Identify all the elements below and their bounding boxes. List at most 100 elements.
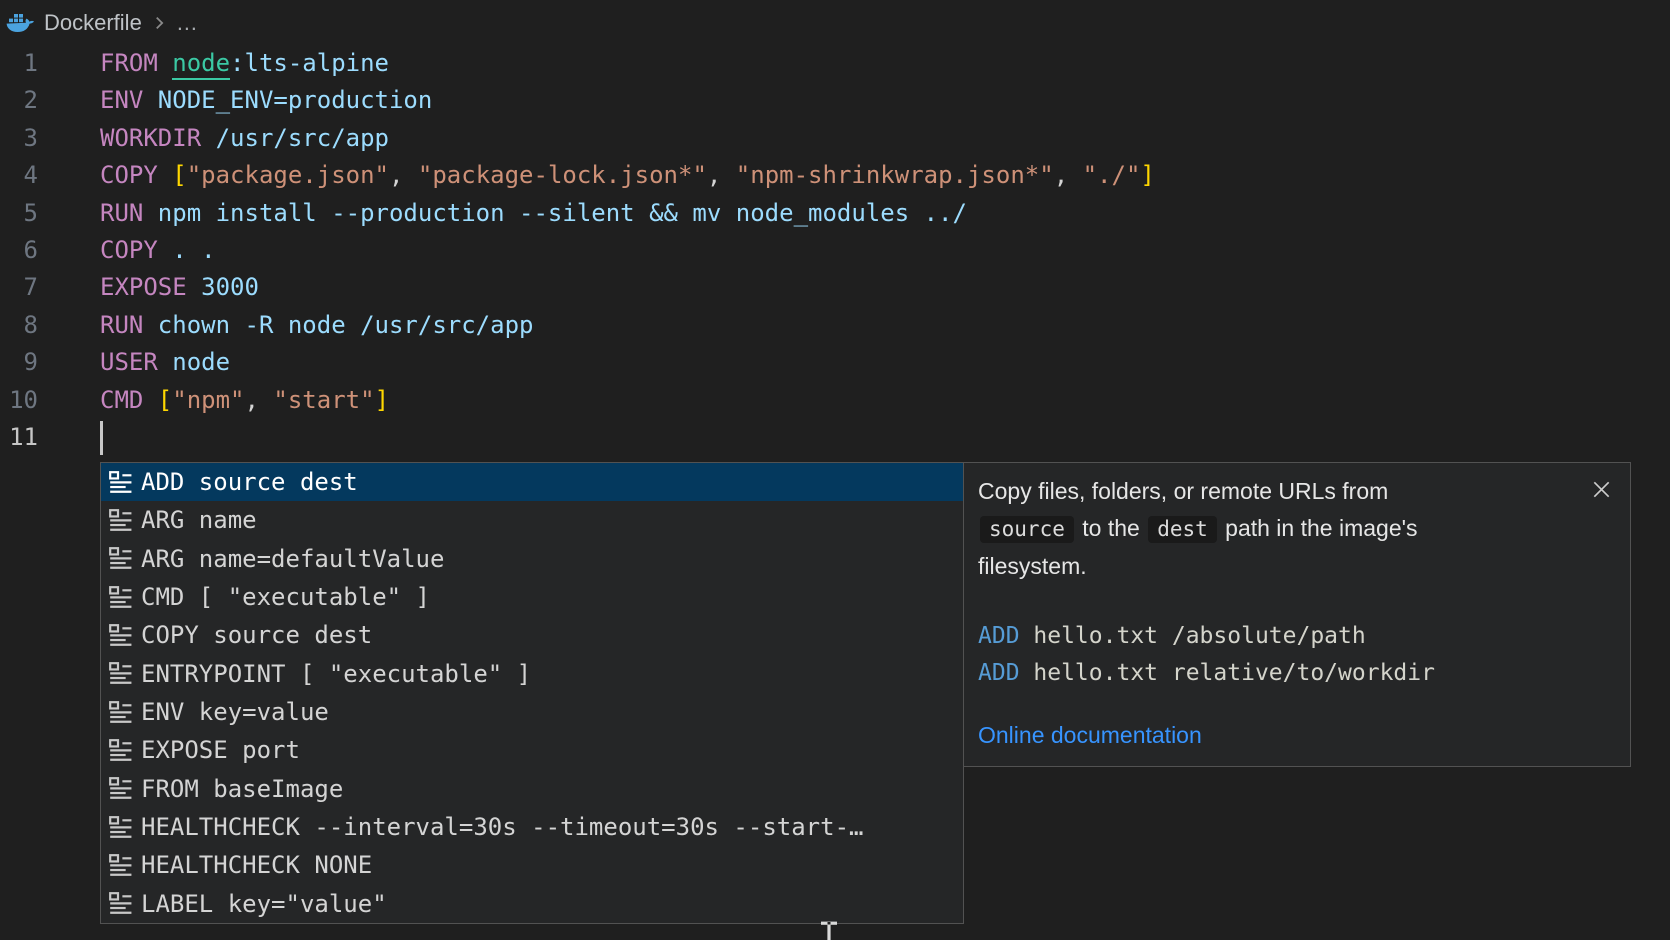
snippet-icon [108, 853, 133, 878]
line-number-10: 10 [0, 382, 38, 419]
snippet-icon [108, 585, 133, 610]
suggestion-label: FROM baseImage [141, 775, 343, 803]
line-number-5: 5 [0, 195, 38, 232]
suggestion-label[interactable]: LABEL key="value" [101, 885, 963, 923]
code-token: node [172, 348, 230, 376]
code-token: "npm-shrinkwrap.json*" [736, 161, 1054, 189]
code-token: , [1054, 161, 1083, 189]
line-number-9: 9 [0, 344, 38, 381]
suggestion-expose[interactable]: EXPOSE port [101, 731, 963, 769]
suggestion-label: COPY source dest [141, 621, 372, 649]
description-text: to the [1076, 515, 1146, 541]
code-token: "npm" [172, 386, 244, 414]
online-documentation-link[interactable]: Online documentation [978, 722, 1202, 749]
line-number-7: 7 [0, 269, 38, 306]
snippet-icon [108, 661, 133, 686]
snippet-icon [108, 815, 133, 840]
code-token: , [707, 161, 736, 189]
example-token: ADD [978, 660, 1020, 686]
code-line-8[interactable]: RUN chown -R node /usr/src/app [100, 307, 1155, 344]
line-number-3: 3 [0, 120, 38, 157]
code-line-9[interactable]: USER node [100, 344, 1155, 381]
suggestion-healthcheck[interactable]: HEALTHCHECK NONE [101, 846, 963, 884]
suggest-docs-panel: Copy files, folders, or remote URLs from… [963, 462, 1631, 767]
code-token: USER [100, 348, 172, 376]
line-number-11: 11 [0, 419, 38, 456]
code-token: , [245, 386, 274, 414]
suggestion-label: ADD source dest [141, 468, 358, 496]
code-token: "start" [273, 386, 374, 414]
code-token: WORKDIR [100, 124, 216, 152]
suggestion-label: ARG name [141, 506, 257, 534]
inline-code: dest [1148, 516, 1217, 543]
snippet-icon [108, 700, 133, 725]
snippet-icon [108, 546, 133, 571]
code-line-10[interactable]: CMD ["npm", "start"] [100, 382, 1155, 419]
example-line: ADD hello.txt relative/to/workdir [978, 655, 1610, 692]
code-line-4[interactable]: COPY ["package.json", "package-lock.json… [100, 157, 1155, 194]
code-token: npm install --production --silent && mv … [158, 199, 967, 227]
code-line-5[interactable]: RUN npm install --production --silent &&… [100, 195, 1155, 232]
docs-examples: ADD hello.txt /absolute/pathADD hello.tx… [978, 618, 1610, 692]
line-number-2: 2 [0, 82, 38, 119]
suggestion-copy[interactable]: COPY source dest [101, 616, 963, 654]
code-token: ] [375, 386, 389, 414]
code-area[interactable]: FROM node:lts-alpineENV NODE_ENV=product… [100, 45, 1155, 456]
docs-description: Copy files, folders, or remote URLs from… [978, 473, 1483, 585]
code-token: , [389, 161, 418, 189]
snippet-icon [108, 508, 133, 533]
breadcrumb: Dockerfile … [6, 8, 198, 38]
suggestion-healthcheck[interactable]: HEALTHCHECK --interval=30s --timeout=30s… [101, 808, 963, 846]
suggestion-label: EXPOSE port [141, 736, 300, 764]
code-line-11[interactable] [100, 419, 1155, 456]
breadcrumb-file[interactable]: Dockerfile [44, 10, 142, 36]
code-token: NODE_ENV=production [158, 86, 433, 114]
code-line-6[interactable]: COPY . . [100, 232, 1155, 269]
code-token: RUN [100, 311, 158, 339]
example-token: hello.txt /absolute/path [1020, 623, 1366, 649]
code-token: EXPOSE [100, 273, 201, 301]
suggestion-add[interactable]: ADD source dest [101, 463, 963, 501]
code-token: node [172, 49, 230, 80]
suggestion-from[interactable]: FROM baseImage [101, 770, 963, 808]
suggestion-label: ENV key=value [141, 698, 329, 726]
code-token: COPY [100, 161, 172, 189]
close-icon[interactable] [1589, 477, 1614, 502]
mouse-ibeam-cursor [816, 921, 842, 940]
suggestion-entrypoint[interactable]: ENTRYPOINT [ "executable" ] [101, 655, 963, 693]
snippet-icon [108, 776, 133, 801]
inline-code: source [980, 516, 1074, 543]
line-number-4: 4 [0, 157, 38, 194]
snippet-icon [108, 470, 133, 495]
code-token: CMD [100, 386, 158, 414]
suggestion-label: LABEL key="value" [141, 890, 387, 918]
code-line-7[interactable]: EXPOSE 3000 [100, 269, 1155, 306]
code-token: /usr/src/app [216, 124, 389, 152]
code-token: :lts-alpine [230, 49, 389, 77]
code-token: [ [172, 161, 186, 189]
code-token: FROM [100, 49, 172, 77]
description-text: Copy files, folders, or remote URLs from [978, 478, 1388, 504]
snippet-icon [108, 738, 133, 763]
breadcrumb-ellipsis[interactable]: … [176, 10, 198, 36]
code-token: "package-lock.json*" [418, 161, 707, 189]
snippet-icon [108, 623, 133, 648]
code-line-3[interactable]: WORKDIR /usr/src/app [100, 120, 1155, 157]
code-token: "./" [1083, 161, 1141, 189]
code-token: ENV [100, 86, 158, 114]
example-token: ADD [978, 623, 1020, 649]
suggestion-arg[interactable]: ARG name [101, 501, 963, 539]
code-token: 3000 [201, 273, 259, 301]
line-number-1: 1 [0, 45, 38, 82]
vscode-window: Dockerfile … 1234567891011 FROM node:lts… [0, 0, 1670, 940]
suggestion-arg[interactable]: ARG name=defaultValue [101, 540, 963, 578]
chevron-right-icon [150, 14, 168, 32]
suggestion-label: HEALTHCHECK NONE [141, 851, 372, 879]
text-caret [100, 421, 103, 455]
code-line-2[interactable]: ENV NODE_ENV=production [100, 82, 1155, 119]
suggestion-env[interactable]: ENV key=value [101, 693, 963, 731]
example-token: hello.txt relative/to/workdir [1020, 660, 1435, 686]
code-line-1[interactable]: FROM node:lts-alpine [100, 45, 1155, 82]
line-number-8: 8 [0, 307, 38, 344]
suggestion-cmd[interactable]: CMD [ "executable" ] [101, 578, 963, 616]
